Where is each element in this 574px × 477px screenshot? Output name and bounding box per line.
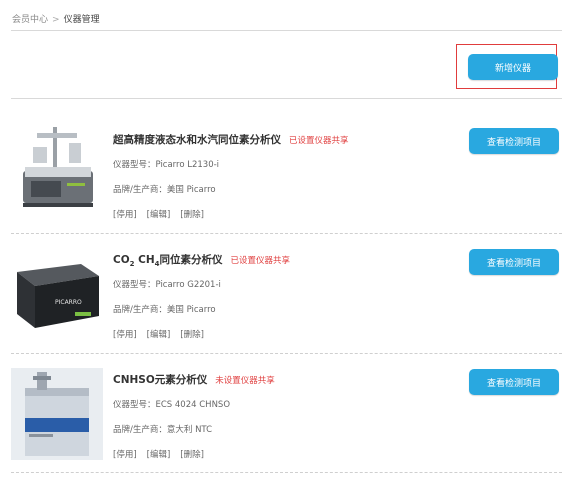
instrument-brand: 品牌/生产商：美国 Picarro bbox=[113, 185, 216, 195]
picarro-logo: PICARRO bbox=[55, 299, 82, 306]
instrument-name[interactable]: CNHSO元素分析仪 未设置仪器共享 bbox=[113, 372, 275, 387]
view-tests-button[interactable]: 查看检测项目 bbox=[469, 128, 559, 154]
disable-link[interactable]: [停用] bbox=[113, 450, 137, 460]
add-instrument-button[interactable]: 新增仪器 bbox=[468, 54, 558, 80]
instrument-brand: 品牌/生产商：意大利 NTC bbox=[113, 425, 213, 435]
breadcrumb-separator: > bbox=[52, 15, 60, 25]
item-actions: [停用] [编辑] [删除] bbox=[113, 208, 214, 220]
share-status: 已设置仪器共享 bbox=[289, 136, 349, 146]
breadcrumb-home-link[interactable]: 会员中心 bbox=[12, 15, 48, 25]
analyzer-autosampler-image bbox=[23, 127, 93, 207]
breadcrumb: 会员中心 > 仪器管理 bbox=[12, 12, 100, 25]
instrument-name[interactable]: 超高精度液态水和水汽同位素分析仪 已设置仪器共享 bbox=[113, 132, 349, 147]
instrument-list-item: CNHSO元素分析仪 未设置仪器共享 仪器型号：ECS 4024 CHNSO 品牌… bbox=[0, 358, 574, 476]
instrument-list-item: PICARRO CO2 CH4同位素分析仪 已设置仪器共享 仪器型号：Picarr… bbox=[0, 238, 574, 356]
picarro-analyzer-image: PICARRO bbox=[17, 264, 99, 328]
item-divider bbox=[11, 233, 562, 234]
instrument-list-item: 超高精度液态水和水汽同位素分析仪 已设置仪器共享 仪器型号：Picarro L21… bbox=[0, 118, 574, 236]
item-actions: [停用] [编辑] [删除] bbox=[113, 328, 214, 340]
toolbar-divider bbox=[11, 98, 562, 99]
share-status: 已设置仪器共享 bbox=[230, 256, 291, 266]
edit-link[interactable]: [编辑] bbox=[147, 210, 171, 220]
item-actions: [停用] [编辑] [删除] bbox=[113, 448, 214, 460]
instrument-model: 仪器型号：Picarro G2201-i bbox=[113, 280, 221, 290]
share-status: 未设置仪器共享 bbox=[215, 376, 275, 386]
delete-link[interactable]: [删除] bbox=[180, 450, 204, 460]
disable-link[interactable]: [停用] bbox=[113, 210, 137, 220]
header-divider bbox=[11, 30, 562, 31]
breadcrumb-current: 仪器管理 bbox=[63, 15, 100, 25]
delete-link[interactable]: [删除] bbox=[180, 330, 204, 340]
item-divider bbox=[11, 472, 562, 473]
elemental-analyzer-image bbox=[11, 368, 103, 460]
instrument-model: 仪器型号：ECS 4024 CHNSO bbox=[113, 400, 231, 410]
instrument-model: 仪器型号：Picarro L2130-i bbox=[113, 160, 220, 170]
delete-link[interactable]: [删除] bbox=[180, 210, 204, 220]
disable-link[interactable]: [停用] bbox=[113, 330, 137, 340]
item-divider bbox=[11, 353, 562, 354]
edit-link[interactable]: [编辑] bbox=[147, 450, 171, 460]
instrument-name[interactable]: CO2 CH4同位素分析仪 已设置仪器共享 bbox=[113, 252, 290, 268]
instrument-brand: 品牌/生产商：美国 Picarro bbox=[113, 305, 216, 315]
view-tests-button[interactable]: 查看检测项目 bbox=[469, 249, 559, 275]
edit-link[interactable]: [编辑] bbox=[147, 330, 171, 340]
view-tests-button[interactable]: 查看检测项目 bbox=[469, 369, 559, 395]
